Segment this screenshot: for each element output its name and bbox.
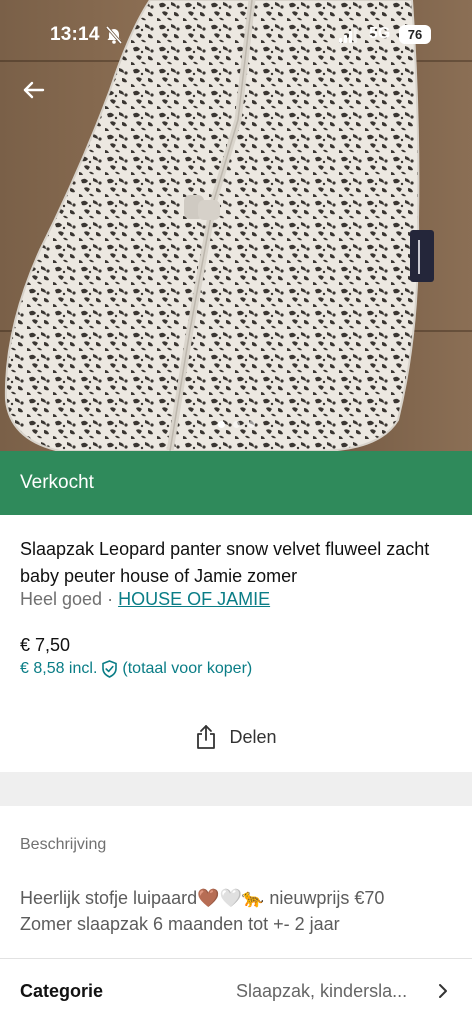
price-incl-info[interactable]: € 8,58 incl. (totaal voor koper)	[20, 660, 252, 678]
description-text: Heerlijk stofje luipaard🤎🤍🐆 nieuwprijs €…	[20, 885, 460, 937]
description-line: Heerlijk stofje luipaard🤎🤍🐆 nieuwprijs €…	[20, 888, 385, 908]
share-icon	[197, 725, 216, 749]
pager-dot[interactable]	[217, 421, 225, 428]
description-heading: Beschrijving	[20, 836, 107, 853]
shield-check-icon	[102, 660, 118, 678]
section-separator	[0, 772, 472, 806]
separator: ·	[102, 589, 119, 609]
signal-icon	[339, 27, 357, 43]
share-label: Delen	[229, 726, 277, 747]
listing-title: Slaapzak Leopard panter snow velvet fluw…	[20, 539, 430, 586]
price-incl-note: (totaal voor koper)	[122, 660, 253, 677]
chevron-right-icon	[439, 984, 447, 998]
price-incl: € 8,58 incl.	[20, 660, 98, 677]
back-button[interactable]	[18, 74, 50, 106]
sold-label: Verkocht	[20, 472, 94, 493]
product-photo[interactable]: 13:14 5G 76	[0, 0, 472, 451]
network-label: 5G	[369, 25, 391, 42]
category-label: Categorie	[20, 981, 104, 1001]
battery-indicator: 76	[399, 25, 431, 44]
category-value: Slaapzak, kindersla...	[236, 981, 408, 1001]
sold-banner: Verkocht	[0, 451, 472, 515]
pager-dot[interactable]	[232, 421, 240, 428]
image-pager[interactable]	[0, 421, 472, 433]
brand-link[interactable]: HOUSE OF JAMIE	[118, 589, 270, 609]
bell-slash-icon	[105, 26, 123, 44]
category-row[interactable]: Categorie Slaapzak, kindersla...	[0, 959, 472, 1024]
description-line: Zomer slaapzak 6 maanden tot +- 2 jaar	[20, 914, 340, 934]
price: € 7,50	[20, 635, 71, 655]
condition-brand-line: Heel goed · HOUSE OF JAMIE	[20, 589, 270, 610]
condition-label: Heel goed	[20, 589, 103, 609]
arrow-left-icon	[23, 81, 45, 99]
status-time: 13:14	[50, 24, 100, 45]
share-button[interactable]: Delen	[0, 712, 472, 762]
status-bar: 13:14 5G 76	[0, 0, 472, 70]
pager-dot[interactable]	[247, 421, 255, 428]
